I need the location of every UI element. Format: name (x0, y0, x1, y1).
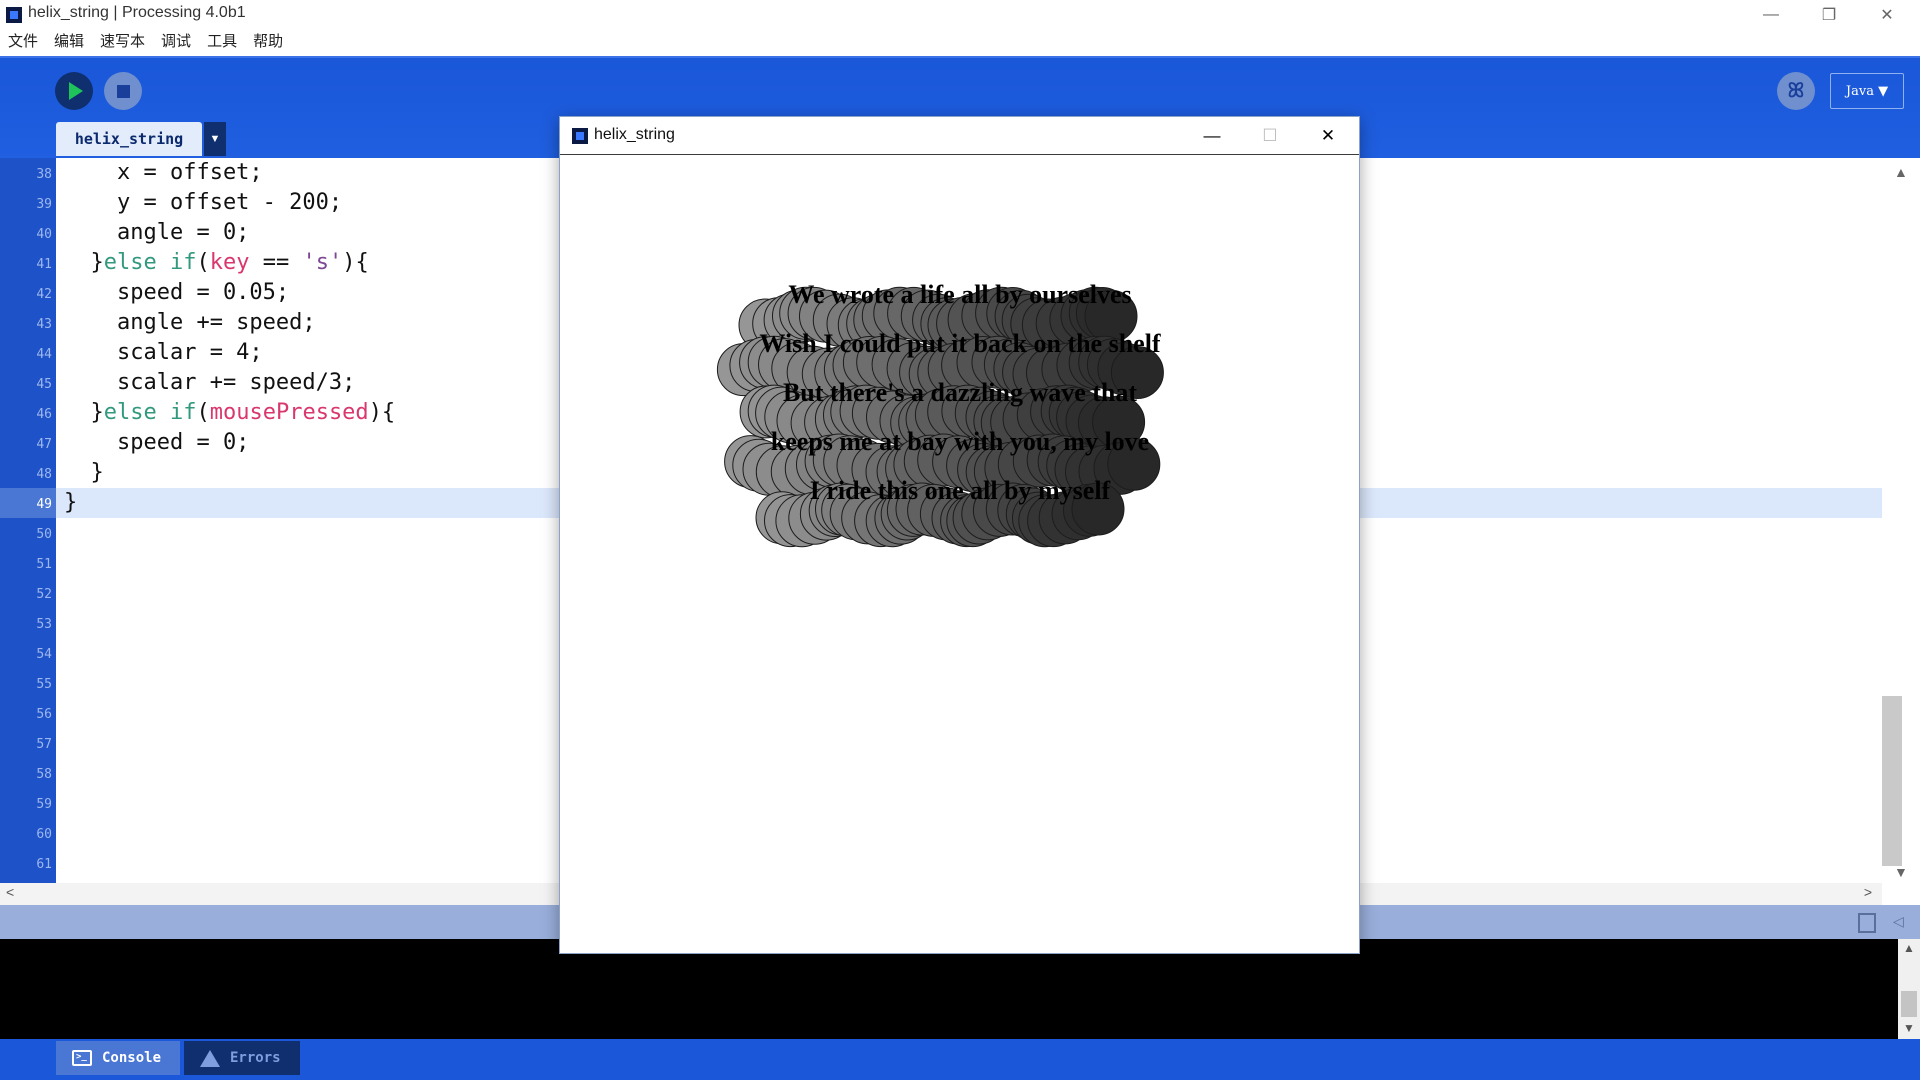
code-text: } (64, 490, 78, 515)
console-scroll-up[interactable]: ▲ (1903, 941, 1915, 955)
run-button[interactable] (55, 72, 93, 110)
processing-app-icon (6, 7, 22, 23)
tab-console[interactable]: >_ Console (56, 1041, 180, 1075)
line-number: 50 (36, 527, 52, 542)
collapse-console-icon[interactable]: ◁ (1893, 913, 1904, 930)
line-number: 54 (36, 647, 52, 662)
line-number: 48 (36, 467, 52, 482)
menu-debug[interactable]: 调试 (153, 30, 199, 56)
code-text: y = offset - 200; (64, 190, 343, 215)
close-button[interactable]: ✕ (1858, 0, 1916, 30)
line-number: 47 (36, 437, 52, 452)
lyric-line: keeps me at bay with you, my love (771, 427, 1149, 456)
console-output[interactable] (0, 939, 1898, 1039)
line-number: 44 (36, 347, 52, 362)
play-icon (69, 82, 83, 100)
scroll-up-arrow[interactable]: ▲ (1894, 164, 1908, 180)
warning-icon (200, 1049, 220, 1067)
sketch-titlebar: helix_string — ☐ ✕ (560, 117, 1359, 155)
debug-button[interactable]: ꕤ (1777, 72, 1815, 110)
line-number: 52 (36, 587, 52, 602)
window-titlebar: helix_string | Processing 4.0b1 — ❐ ✕ (0, 0, 1920, 30)
menu-tools[interactable]: 工具 (199, 30, 245, 56)
bottom-tab-bar: >_ Console Errors (0, 1039, 1920, 1080)
scroll-left-arrow[interactable]: < (6, 884, 14, 900)
menu-file[interactable]: 文件 (0, 30, 46, 56)
line-number: 43 (36, 317, 52, 332)
tab-errors[interactable]: Errors (184, 1041, 300, 1075)
sketch-render: We wrote a life all by ourselves Wish I c… (716, 280, 1164, 548)
scroll-right-arrow[interactable]: > (1864, 884, 1872, 900)
console-scroll-thumb[interactable] (1901, 991, 1917, 1017)
menu-edit[interactable]: 编辑 (46, 30, 92, 56)
editor-vertical-scrollbar[interactable]: ▲ ▼ (1882, 158, 1920, 883)
lyric-line: Wish I could put it back on the shelf (759, 329, 1161, 358)
sketch-title: helix_string (594, 126, 675, 143)
tab-errors-label: Errors (230, 1050, 281, 1066)
restore-button[interactable]: ❐ (1800, 0, 1858, 30)
line-number: 39 (36, 197, 52, 212)
code-text: speed = 0.05; (64, 280, 290, 305)
code-text: }else if(key == 's'){ (64, 250, 369, 275)
code-text: x = offset; (64, 160, 263, 185)
tab-helix-string[interactable]: helix_string (56, 122, 202, 156)
menu-sketch[interactable]: 速写本 (92, 30, 153, 56)
line-number: 38 (36, 167, 52, 182)
code-text: }else if(mousePressed){ (64, 400, 396, 425)
sketch-maximize-button[interactable]: ☐ (1241, 117, 1299, 155)
line-number: 59 (36, 797, 52, 812)
line-number: 41 (36, 257, 52, 272)
line-number: 55 (36, 677, 52, 692)
tab-console-label: Console (102, 1050, 162, 1066)
console-scrollbar[interactable]: ▲ ▼ (1898, 939, 1920, 1039)
scroll-down-arrow[interactable]: ▼ (1894, 864, 1908, 880)
code-text: angle += speed; (64, 310, 316, 335)
copy-icon[interactable] (1858, 913, 1876, 933)
stop-button[interactable] (104, 72, 142, 110)
window-title: helix_string | Processing 4.0b1 (28, 4, 246, 21)
code-text: speed = 0; (64, 430, 250, 455)
tab-menu-button[interactable]: ▼ (204, 122, 226, 156)
code-text: scalar += speed/3; (64, 370, 356, 395)
lyric-line: We wrote a life all by ourselves (788, 280, 1131, 309)
line-number: 46 (36, 407, 52, 422)
line-number: 58 (36, 767, 52, 782)
line-number: 61 (36, 857, 52, 872)
stop-icon (116, 84, 130, 98)
sketch-minimize-button[interactable]: — (1183, 117, 1241, 155)
lyric-line: I ride this one all by myself (810, 476, 1111, 505)
line-number: 60 (36, 827, 52, 842)
line-number: 45 (36, 377, 52, 392)
sketch-close-button[interactable]: ✕ (1299, 117, 1357, 155)
console-icon: >_ (72, 1050, 92, 1066)
minimize-button[interactable]: — (1742, 0, 1800, 30)
line-number: 42 (36, 287, 52, 302)
menu-help[interactable]: 帮助 (245, 30, 291, 56)
scroll-thumb[interactable] (1882, 696, 1902, 866)
line-number: 57 (36, 737, 52, 752)
sketch-canvas[interactable]: We wrote a life all by ourselves Wish I c… (560, 156, 1359, 953)
line-number: 53 (36, 617, 52, 632)
mode-selector[interactable]: Java ▼ (1830, 73, 1904, 109)
line-number: 40 (36, 227, 52, 242)
code-text: } (64, 460, 104, 485)
code-text: angle = 0; (64, 220, 250, 245)
code-text: scalar = 4; (64, 340, 263, 365)
menu-bar: 文件 编辑 速写本 调试 工具 帮助 (0, 30, 1920, 56)
line-number: 56 (36, 707, 52, 722)
line-number: 51 (36, 557, 52, 572)
processing-app-icon (572, 128, 588, 144)
line-number: 49 (0, 488, 56, 518)
butterfly-icon: ꕤ (1787, 79, 1805, 102)
lyric-line: But there's a dazzling wave that (783, 378, 1137, 407)
sketch-window[interactable]: helix_string — ☐ ✕ We wrote a life all b… (559, 116, 1360, 954)
console-scroll-down[interactable]: ▼ (1903, 1021, 1915, 1035)
